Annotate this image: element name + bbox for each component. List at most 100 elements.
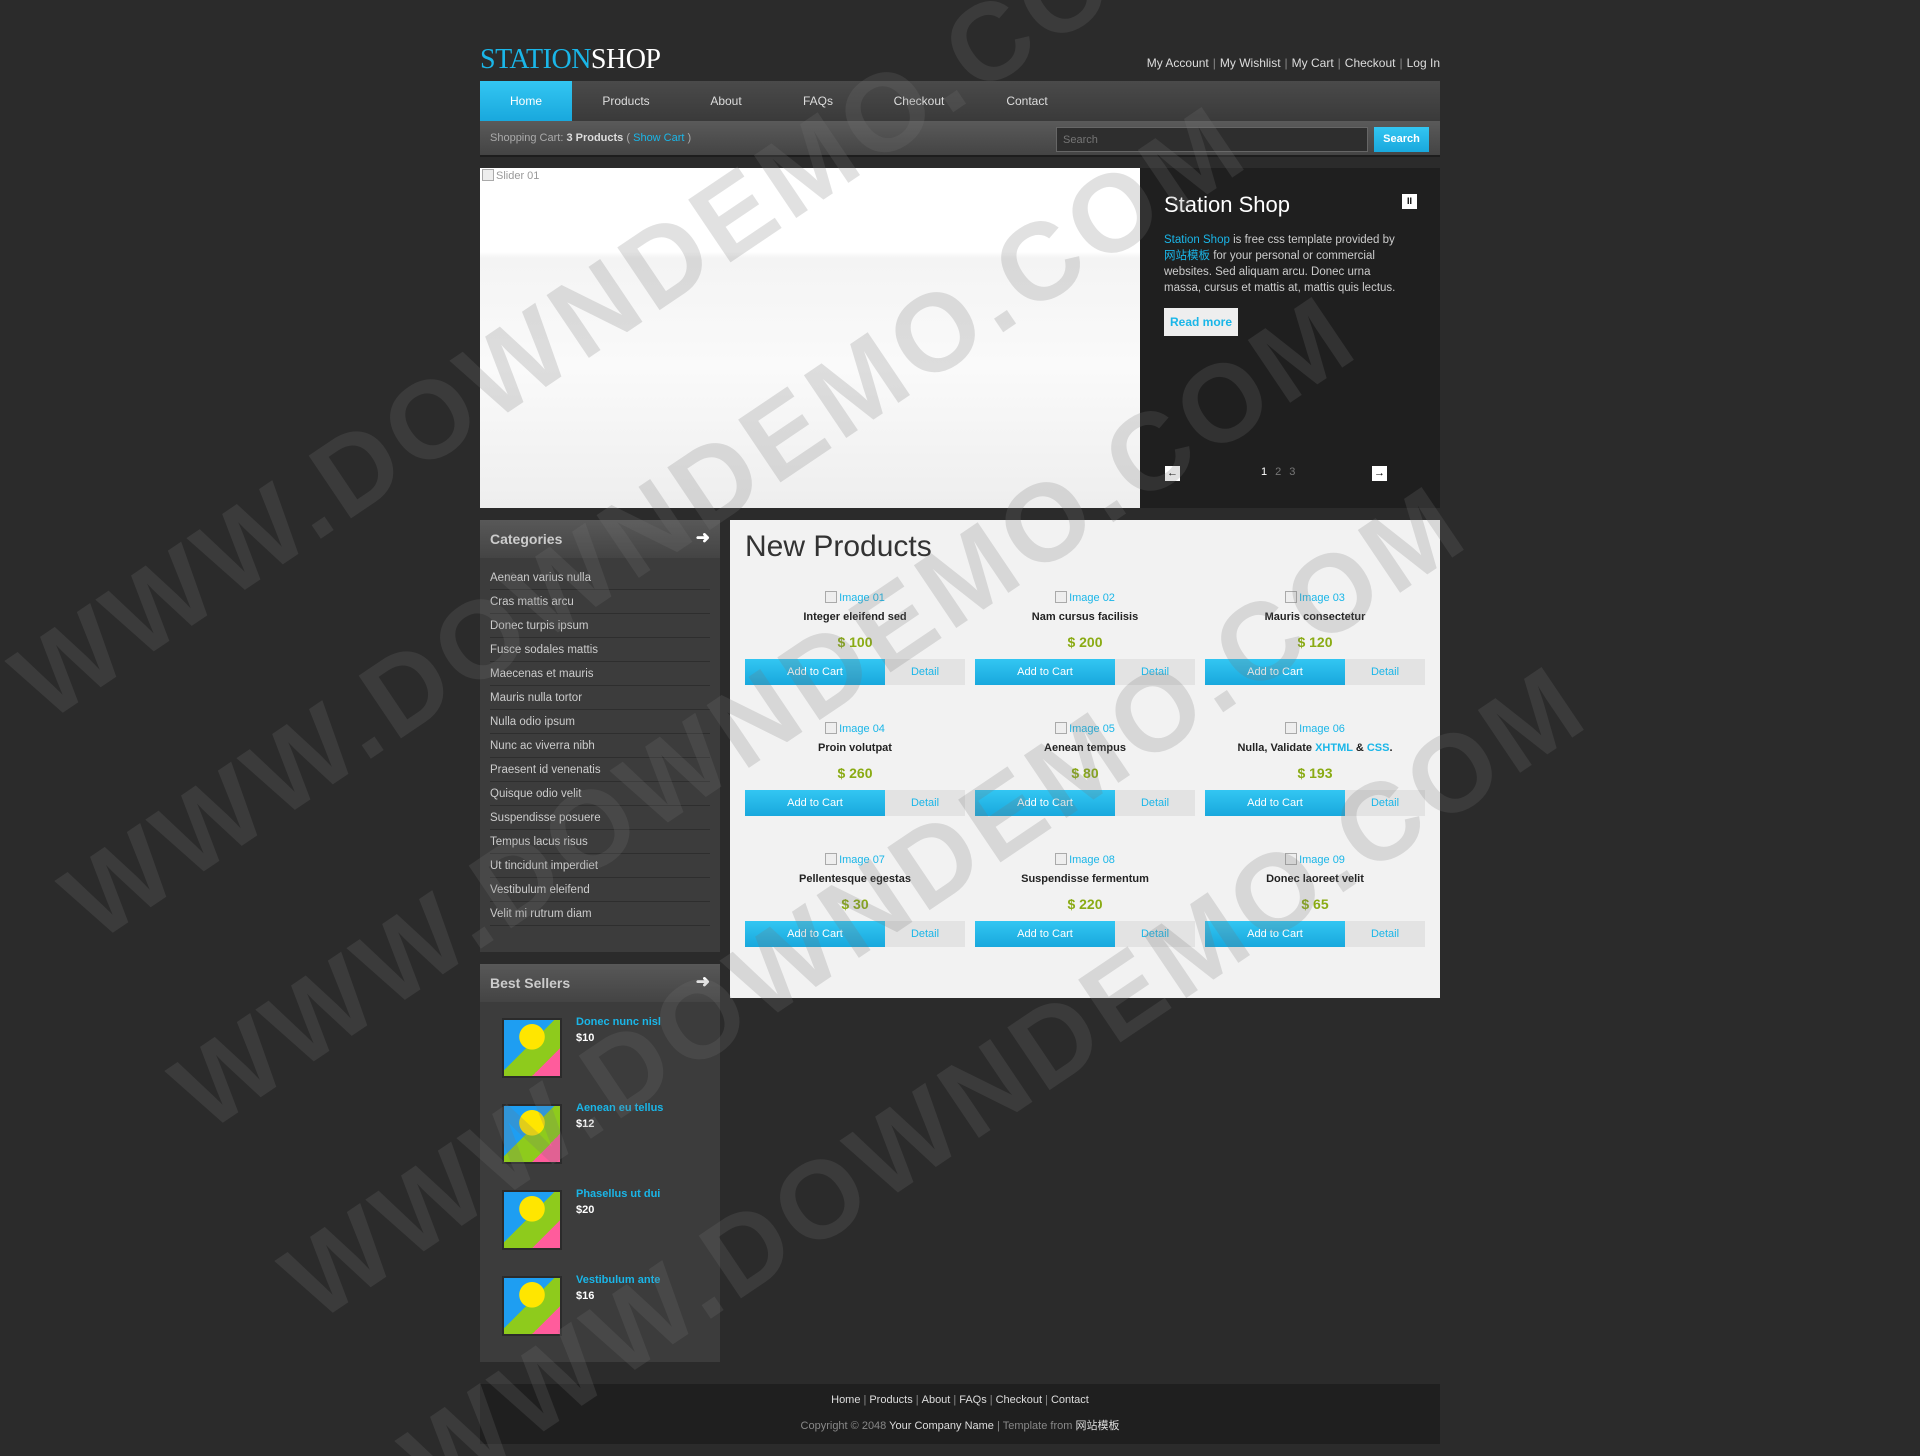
- slider-link-station-shop[interactable]: Station Shop: [1164, 234, 1230, 246]
- add-to-cart-button[interactable]: Add to Cart: [745, 659, 885, 685]
- slider-page-3[interactable]: 3: [1289, 466, 1295, 478]
- product-name-text: .: [1389, 742, 1393, 754]
- category-item[interactable]: Donec turpis ipsum: [490, 614, 710, 638]
- product-image[interactable]: Image 08: [975, 853, 1195, 866]
- category-item[interactable]: Nulla odio ipsum: [490, 710, 710, 734]
- product-image-alt: Image 09: [1299, 854, 1345, 866]
- arrow-right-icon[interactable]: ➜: [696, 972, 710, 992]
- separator: |: [915, 1394, 919, 1406]
- template-site-link[interactable]: 网站模板: [1075, 1420, 1119, 1432]
- footer-link-checkout[interactable]: Checkout: [996, 1394, 1042, 1406]
- product-image-alt: Image 02: [1069, 592, 1115, 604]
- best-seller-name[interactable]: Vestibulum ante: [576, 1274, 660, 1286]
- category-item[interactable]: Velit mi rutrum diam: [490, 902, 710, 926]
- slider-text-1: is free css template provided by: [1233, 234, 1395, 246]
- read-more-button[interactable]: Read more: [1164, 308, 1239, 336]
- css-link[interactable]: CSS: [1367, 742, 1390, 754]
- category-item[interactable]: Maecenas et mauris: [490, 662, 710, 686]
- best-seller-name[interactable]: Phasellus ut dui: [576, 1188, 660, 1200]
- search-button[interactable]: Search: [1374, 127, 1429, 152]
- nav-products[interactable]: Products: [572, 81, 680, 121]
- detail-button[interactable]: Detail: [1115, 790, 1195, 816]
- product-thumbnail[interactable]: [502, 1104, 562, 1164]
- prev-arrow-icon[interactable]: ←: [1165, 466, 1180, 481]
- footer-link-about[interactable]: About: [922, 1394, 951, 1406]
- login-link[interactable]: Log In: [1407, 56, 1440, 70]
- arrow-right-icon[interactable]: ➜: [696, 528, 710, 548]
- site-logo[interactable]: STATIONSHOP: [480, 44, 661, 76]
- nav-contact[interactable]: Contact: [974, 81, 1080, 121]
- nav-home[interactable]: Home: [480, 81, 572, 121]
- broken-image-icon: [1055, 591, 1068, 603]
- detail-button[interactable]: Detail: [885, 659, 965, 685]
- detail-button[interactable]: Detail: [1345, 659, 1425, 685]
- nav-faqs[interactable]: FAQs: [772, 81, 864, 121]
- add-to-cart-button[interactable]: Add to Cart: [975, 921, 1115, 947]
- slider-link-template[interactable]: 网站模板: [1164, 250, 1210, 262]
- category-item[interactable]: Vestibulum eleifend: [490, 878, 710, 902]
- add-to-cart-button[interactable]: Add to Cart: [745, 921, 885, 947]
- broken-image-icon: [825, 722, 838, 734]
- product-image[interactable]: Image 06: [1205, 722, 1425, 735]
- product-thumbnail[interactable]: [502, 1018, 562, 1078]
- category-item[interactable]: Tempus lacus risus: [490, 830, 710, 854]
- footer-link-faqs[interactable]: FAQs: [959, 1394, 987, 1406]
- pause-icon[interactable]: II: [1402, 194, 1417, 209]
- add-to-cart-button[interactable]: Add to Cart: [1205, 921, 1345, 947]
- search-input[interactable]: [1056, 127, 1368, 152]
- detail-button[interactable]: Detail: [1115, 921, 1195, 947]
- detail-button[interactable]: Detail: [885, 790, 965, 816]
- product-price: $ 100: [837, 634, 873, 650]
- nav-checkout[interactable]: Checkout: [864, 81, 974, 121]
- new-products-section: New Products Image 01 Integer eleifend s…: [730, 520, 1440, 998]
- add-to-cart-button[interactable]: Add to Cart: [745, 790, 885, 816]
- category-item[interactable]: Praesent id venenatis: [490, 758, 710, 782]
- slider-page-2[interactable]: 2: [1275, 466, 1281, 478]
- xhtml-link[interactable]: XHTML: [1315, 742, 1353, 754]
- category-item[interactable]: Nunc ac viverra nibh: [490, 734, 710, 758]
- product-image[interactable]: Image 02: [975, 591, 1195, 604]
- my-account-link[interactable]: My Account: [1147, 56, 1209, 70]
- footer-link-contact[interactable]: Contact: [1051, 1394, 1089, 1406]
- product-image[interactable]: Image 03: [1205, 591, 1425, 604]
- product-image[interactable]: Image 09: [1205, 853, 1425, 866]
- nav-about[interactable]: About: [680, 81, 772, 121]
- category-item[interactable]: Cras mattis arcu: [490, 590, 710, 614]
- best-seller-name[interactable]: Donec nunc nisl: [576, 1016, 661, 1028]
- next-arrow-icon[interactable]: →: [1372, 466, 1387, 481]
- product-image[interactable]: Image 05: [975, 722, 1195, 735]
- slider-description: Station Shop is free css template provid…: [1164, 232, 1404, 296]
- broken-image-icon: [482, 169, 494, 181]
- category-item[interactable]: Quisque odio velit: [490, 782, 710, 806]
- add-to-cart-button[interactable]: Add to Cart: [1205, 659, 1345, 685]
- product-image[interactable]: Image 07: [745, 853, 965, 866]
- category-item[interactable]: Mauris nulla tortor: [490, 686, 710, 710]
- best-seller-name[interactable]: Aenean eu tellus: [576, 1102, 663, 1114]
- checkout-link[interactable]: Checkout: [1345, 56, 1396, 70]
- category-item[interactable]: Suspendisse posuere: [490, 806, 710, 830]
- company-name-link[interactable]: Your Company Name: [889, 1420, 994, 1432]
- category-item[interactable]: Aenean varius nulla: [490, 566, 710, 590]
- product-thumbnail[interactable]: [502, 1276, 562, 1336]
- add-to-cart-button[interactable]: Add to Cart: [1205, 790, 1345, 816]
- slider-page-1[interactable]: 1: [1261, 466, 1267, 478]
- product-image[interactable]: Image 04: [745, 722, 965, 735]
- detail-button[interactable]: Detail: [1115, 659, 1195, 685]
- category-item[interactable]: Ut tincidunt imperdiet: [490, 854, 710, 878]
- my-cart-link[interactable]: My Cart: [1292, 56, 1334, 70]
- footer-link-products[interactable]: Products: [869, 1394, 912, 1406]
- category-item[interactable]: Fusce sodales mattis: [490, 638, 710, 662]
- show-cart-link[interactable]: Show Cart: [633, 132, 684, 144]
- footer-link-home[interactable]: Home: [831, 1394, 860, 1406]
- add-to-cart-button[interactable]: Add to Cart: [975, 659, 1115, 685]
- detail-button[interactable]: Detail: [1345, 921, 1425, 947]
- product-price: $ 30: [841, 896, 869, 912]
- product-card: Image 06 Nulla, Validate XHTML & CSS. $ …: [1205, 722, 1425, 842]
- best-seller-price: $16: [576, 1290, 595, 1302]
- detail-button[interactable]: Detail: [885, 921, 965, 947]
- add-to-cart-button[interactable]: Add to Cart: [975, 790, 1115, 816]
- product-image[interactable]: Image 01: [745, 591, 965, 604]
- product-thumbnail[interactable]: [502, 1190, 562, 1250]
- detail-button[interactable]: Detail: [1345, 790, 1425, 816]
- my-wishlist-link[interactable]: My Wishlist: [1220, 56, 1281, 70]
